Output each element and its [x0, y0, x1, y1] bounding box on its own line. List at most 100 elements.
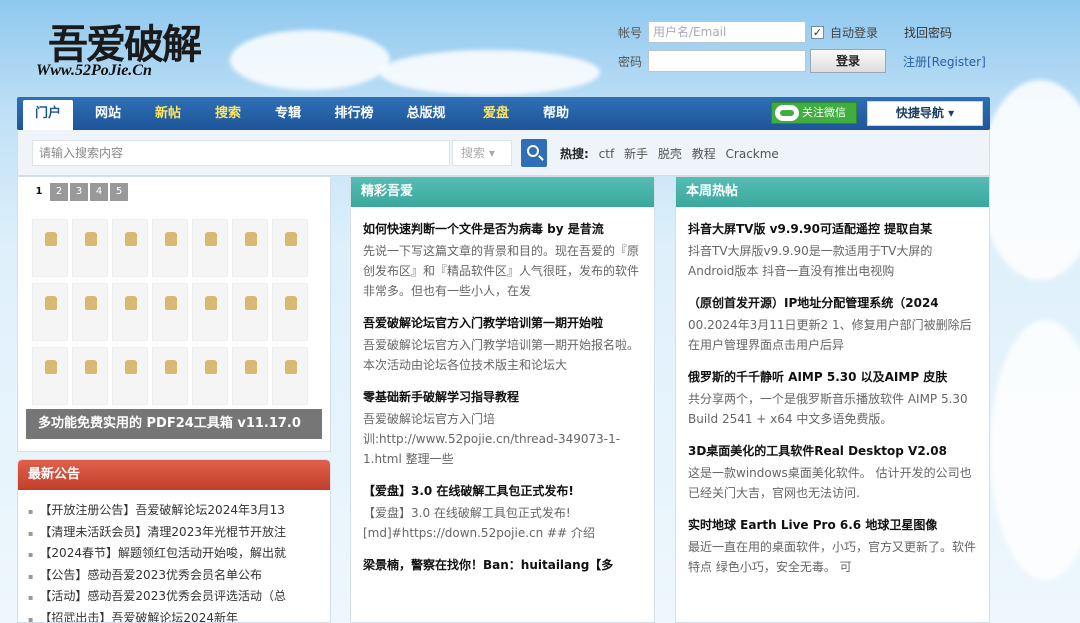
tool-icon: [165, 296, 177, 310]
hot-term[interactable]: Crackme: [726, 147, 779, 161]
nav-item-site[interactable]: 网站: [83, 97, 133, 130]
article-title[interactable]: 【爱盘】3.0 在线破解工具包正式发布!: [363, 479, 642, 503]
nav-item-albums[interactable]: 专辑: [263, 97, 313, 130]
weekly-hot-panel: 本周热帖 抖音大屏TV版 v9.9.90可适配遥控 提取自某 抖音TV大屏版v9…: [675, 176, 990, 623]
tool-icon: [245, 232, 257, 246]
article: 实时地球 Earth Live Pro 6.6 地球卫星图像 最近一直在用的桌面…: [676, 513, 989, 577]
article-summary: 共分享两个，一个是俄罗斯音乐播放软件 AIMP 5.30 Build 2541 …: [688, 392, 968, 426]
slider-page[interactable]: 1: [30, 183, 48, 201]
slider-thumb: [32, 347, 68, 405]
slider-thumb: [272, 283, 308, 341]
nav-item-aipan[interactable]: 爱盘: [471, 97, 521, 130]
background-cloud: [980, 80, 1080, 280]
tool-icon: [285, 360, 297, 374]
nav-item-help[interactable]: 帮助: [531, 97, 581, 130]
slider-thumb: [232, 219, 268, 277]
hot-term[interactable]: ctf: [599, 147, 615, 161]
hot-term[interactable]: 脱壳: [658, 147, 682, 161]
tool-icon: [165, 360, 177, 374]
site-logo[interactable]: 吾爱破解 Www.52PoJie.Cn: [36, 10, 236, 86]
article-title[interactable]: 零基础新手破解学习指导教程: [363, 385, 642, 409]
slider-page[interactable]: 5: [110, 183, 128, 201]
tool-icon: [245, 296, 257, 310]
article-title[interactable]: 3D桌面美化的工具软件Real Desktop V2.08: [688, 439, 977, 463]
forgot-password-link[interactable]: 找回密码: [904, 24, 952, 41]
article-title[interactable]: 吾爱破解论坛官方入门教学培训第一期开始啦: [363, 311, 642, 335]
article: 梁景楠，警察在找你！Ban：huitailang【多: [351, 553, 654, 577]
nav-item-ranking[interactable]: 排行榜: [325, 97, 383, 130]
featured-slider[interactable]: 12345 多功能免费实用的 PDF24工具箱 v11.17.0: [17, 176, 331, 452]
tool-icon: [45, 232, 57, 246]
tool-icon: [165, 232, 177, 246]
tool-icon: [285, 232, 297, 246]
search-input[interactable]: 请输入搜索内容: [32, 140, 450, 166]
list-item[interactable]: 【活动】感动吾爱2023优秀会员评选活动（总: [28, 586, 330, 608]
nav-item-search[interactable]: 搜索: [203, 97, 253, 130]
slider-page[interactable]: 3: [70, 183, 88, 201]
article-title[interactable]: 如何快速判断一个文件是否为病毒 by 是昔流: [363, 217, 642, 241]
article-title[interactable]: 俄罗斯的千千静听 AIMP 5.30 以及AIMP 皮肤: [688, 365, 977, 389]
list-item[interactable]: 【2024春节】解题领红包活动开始唆，解出就: [28, 543, 330, 565]
slider-thumb: [112, 347, 148, 405]
account-input[interactable]: [648, 21, 806, 43]
wechat-icon: [775, 105, 799, 121]
quick-nav-button[interactable]: 快捷导航 ▾: [867, 101, 983, 126]
article-title[interactable]: 实时地球 Earth Live Pro 6.6 地球卫星图像: [688, 513, 977, 537]
tool-icon: [45, 360, 57, 374]
nav-item-rules[interactable]: 总版规: [397, 97, 455, 130]
tool-icon: [285, 296, 297, 310]
slider-thumb: [72, 347, 108, 405]
article-title[interactable]: 抖音大屏TV版 v9.9.90可适配遥控 提取自某: [688, 217, 977, 241]
password-label: 密码: [618, 55, 643, 69]
article: 吾爱破解论坛官方入门教学培训第一期开始啦 吾爱破解论坛官方入门教学培训第一期开始…: [351, 311, 654, 375]
notice-panel: 最新公告 【开放注册公告】吾爱破解论坛2024年3月13 【清理未活跃会员】清理…: [17, 459, 331, 623]
auto-login-label[interactable]: 自动登录: [830, 24, 878, 41]
slider-thumb: [232, 347, 268, 405]
auto-login-checkbox[interactable]: ✓: [811, 26, 824, 39]
article-title[interactable]: 梁景楠，警察在找你！Ban：huitailang【多: [363, 553, 642, 577]
featured-panel: 精彩吾爱 如何快速判断一个文件是否为病毒 by 是昔流 先说一下写这篇文章的背景…: [350, 176, 655, 623]
search-type-select[interactable]: 搜索 ▾: [452, 140, 512, 166]
slider-page[interactable]: 4: [90, 183, 108, 201]
slider-thumb: [112, 219, 148, 277]
hot-search-label: 热搜:: [560, 147, 589, 161]
register-link[interactable]: 注册[Register]: [903, 53, 986, 70]
nav-item-new-posts[interactable]: 新帖: [143, 97, 193, 130]
hot-term[interactable]: 新手: [624, 147, 648, 161]
list-item[interactable]: 【招武出击】吾爱破解论坛2024新年: [28, 608, 330, 623]
list-item[interactable]: 【开放注册公告】吾爱破解论坛2024年3月13: [28, 500, 330, 522]
article-summary: 最近一直在用的桌面软件，小巧，官方又更新了。软件特点 绿色小巧，安全无毒。 可: [688, 540, 977, 574]
slider-thumb: [152, 219, 188, 277]
tool-icon: [85, 360, 97, 374]
wechat-label: 关注微信: [802, 106, 846, 119]
tool-icon: [125, 296, 137, 310]
slider-thumb: [192, 347, 228, 405]
article-title[interactable]: （原创首发开源）IP地址分配管理系统（2024: [688, 291, 977, 315]
search-icon: [527, 145, 539, 157]
wechat-follow-button[interactable]: 关注微信: [771, 102, 857, 124]
slider-thumb: [272, 219, 308, 277]
article-summary: 00.2024年3月11日更新2 1、修复用户部门被删除后在用户管理界面点击用户…: [688, 318, 972, 352]
login-button[interactable]: 登录: [810, 49, 886, 73]
notice-title: 最新公告: [18, 460, 330, 490]
notice-list: 【开放注册公告】吾爱破解论坛2024年3月13 【清理未活跃会员】清理2023年…: [18, 490, 330, 623]
article-summary: 这是一款windows桌面美化软件。 估计开发的公司也已经关门大吉，官网也无法访…: [688, 466, 972, 500]
tool-icon: [85, 296, 97, 310]
logo-url: Www.52PoJie.Cn: [36, 62, 152, 79]
list-item[interactable]: 【清理未活跃会员】清理2023年光棍节开放注: [28, 522, 330, 544]
article-summary: 抖音TV大屏版v9.9.90是一款适用于TV大屏的Android版本 抖音一直没…: [688, 244, 933, 278]
tool-icon: [245, 360, 257, 374]
search-button[interactable]: [521, 139, 547, 167]
slider-page[interactable]: 2: [50, 183, 68, 201]
list-item[interactable]: 【公告】感动吾爱2023优秀会员名单公布: [28, 565, 330, 587]
slider-thumb: [152, 347, 188, 405]
article: 俄罗斯的千千静听 AIMP 5.30 以及AIMP 皮肤 共分享两个，一个是俄罗…: [676, 365, 989, 429]
slider-caption[interactable]: 多功能免费实用的 PDF24工具箱 v11.17.0: [26, 409, 322, 439]
hot-term[interactable]: 教程: [692, 147, 716, 161]
nav-item-portal[interactable]: 门户: [23, 100, 73, 130]
slider-thumb: [272, 347, 308, 405]
article: 3D桌面美化的工具软件Real Desktop V2.08 这是一款window…: [676, 439, 989, 503]
hot-search: 热搜: ctf 新手 脱壳 教程 Crackme: [560, 145, 779, 162]
slider-thumb: [72, 283, 108, 341]
password-input[interactable]: [648, 50, 806, 72]
